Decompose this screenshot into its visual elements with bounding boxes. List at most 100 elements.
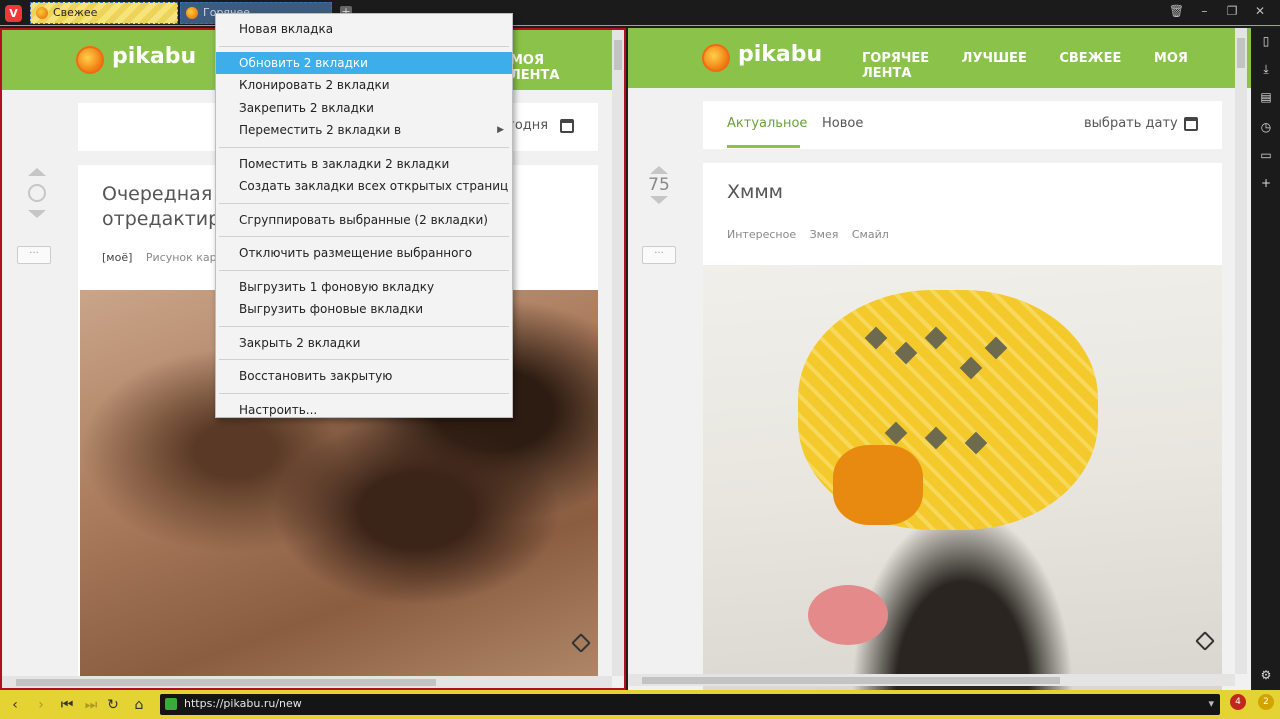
tab-actual[interactable]: Актуальное [727,116,807,131]
address-bar-toolbar: ‹ › ⏮ ⏭ ↻ ⌂ https://pikabu.ru/new ▾ 4 2 [0,690,1280,719]
history-icon[interactable]: ◷ [1259,120,1273,134]
site-name[interactable]: pikabu [738,42,822,67]
nav-fresh[interactable]: СВЕЖЕЕ [1059,51,1121,66]
menu-item-label: Закрыть 2 вкладки [239,335,361,350]
scrollbar-thumb[interactable] [642,677,1060,684]
upvote-icon[interactable] [28,168,46,176]
menu-separator [219,236,509,237]
menu-item[interactable]: Сгруппировать выбранные (2 вкладки) [216,209,512,232]
scrollbar-thumb[interactable] [16,679,436,686]
forward-button[interactable]: › [32,696,50,714]
menu-item[interactable]: Настроить... [216,399,512,422]
tag[interactable]: Интересное [727,228,796,241]
post-title[interactable]: Хммм [727,180,783,205]
close-window-button[interactable]: ✕ [1248,4,1272,18]
pikabu-icon [186,7,198,19]
rewind-icon[interactable]: ⏮ [58,696,76,714]
nav-best[interactable]: ЛУЧШЕЕ [962,51,1027,66]
tab-bar: V Свежее Горячее + 🗑 – ❐ ✕ [0,0,1280,26]
add-panel-icon[interactable]: + [1259,176,1273,190]
menu-item[interactable]: Клонировать 2 вкладки [216,74,512,97]
menu-separator [219,359,509,360]
menu-item[interactable]: Отключить размещение выбранного [216,242,512,265]
menu-item[interactable]: Восстановить закрытую [216,365,512,388]
tab-svezhee[interactable]: Свежее [30,2,178,24]
notification-icon[interactable]: 2 [1258,694,1274,710]
settings-gear-icon[interactable]: ⚙ [1259,668,1273,682]
clock-icon [28,184,46,202]
more-button[interactable]: ··· [642,246,676,264]
side-panel: ▯ ⤓ ▤ ◷ ▭ + ⚙ [1253,28,1280,690]
more-button[interactable]: ··· [17,246,51,264]
home-button[interactable]: ⌂ [130,696,148,714]
scrollbar-thumb[interactable] [614,40,622,70]
tag[interactable]: Рисунок кара [146,251,224,264]
post-tags: Интересное Змея Смайл [727,228,899,241]
date-picker-label[interactable]: выбрать дату [1084,116,1178,131]
menu-separator [219,146,509,148]
tab-new[interactable]: Новое [822,116,863,131]
site-name[interactable]: pikabu [112,44,196,69]
snake-mouth [808,585,888,645]
downvote-icon[interactable] [650,196,668,204]
rating-value: 75 [648,175,670,195]
active-tab-indicator [727,145,800,148]
vertical-scrollbar[interactable] [1235,28,1247,674]
reload-button[interactable]: ↻ [104,696,122,714]
menu-item[interactable]: Выгрузить 1 фоновую вкладку [216,276,512,299]
minimize-button[interactable]: – [1192,4,1216,18]
calendar-icon[interactable] [560,119,574,133]
menu-item-label: Поместить в закладки 2 вкладки [239,156,450,171]
menu-item[interactable]: Обновить 2 вкладки [216,51,512,74]
date-picker-label[interactable]: годня [508,118,548,133]
menu-item[interactable]: Поместить в закладки 2 вкладки [216,153,512,176]
tag[interactable]: Змея [810,228,839,241]
horizontal-scrollbar[interactable] [628,674,1235,686]
vote-column: 75 [648,166,670,204]
lock-icon[interactable] [165,698,177,710]
fast-forward-icon[interactable]: ⏭ [82,696,100,714]
restore-button[interactable]: ❐ [1220,4,1244,18]
vivaldi-menu-button[interactable]: V [5,5,22,22]
nav-hot[interactable]: ГОРЯЧЕЕ [862,51,929,66]
url-dropdown-icon[interactable]: ▾ [1208,697,1214,710]
bookmark-icon[interactable]: ▯ [1259,34,1273,48]
url-text[interactable]: https://pikabu.ru/new [184,697,302,710]
trash-icon[interactable]: 🗑 [1165,4,1189,18]
horizontal-scrollbar[interactable] [2,676,612,688]
url-field[interactable]: https://pikabu.ru/new ▾ [160,694,1220,715]
upvote-icon[interactable] [650,166,668,174]
download-icon[interactable]: ⤓ [1259,62,1273,76]
pikabu-logo-icon[interactable] [76,46,104,74]
post-image-snake[interactable] [703,265,1222,690]
menu-item-label: Сгруппировать выбранные (2 вкладки) [239,212,488,227]
back-button[interactable]: ‹ [6,696,24,714]
nav-my-feed[interactable]: МОЯ ЛЕНТА [510,53,560,83]
window-controls: 🗑 – ❐ ✕ [1165,4,1272,18]
menu-item[interactable]: Закрепить 2 вкладки [216,97,512,120]
tag[interactable]: [моё] [102,251,132,264]
tag[interactable]: Смайл [852,228,889,241]
menu-item-label: Новая вкладка [239,22,334,36]
browser-window: V Свежее Горячее + 🗑 – ❐ ✕ pikabu МОЯ ЛЕ… [0,0,1280,719]
window-panel-icon[interactable]: ▭ [1259,148,1273,162]
pikabu-logo-icon[interactable] [702,44,730,72]
scrollbar-thumb[interactable] [1237,38,1245,68]
menu-item[interactable]: Новая вкладка [216,18,512,41]
menu-item[interactable]: Выгрузить фоновые вкладки [216,298,512,321]
tab-context-menu: Новая вкладка Обновить 2 вкладки Клонирова… [215,13,513,418]
menu-item[interactable]: Закрыть 2 вкладки [216,332,512,355]
menu-item-label: Выгрузить 1 фоновую вкладку [239,279,435,294]
menu-separator [219,392,509,394]
menu-item-label: Отключить размещение выбранного [239,246,473,260]
pikabu-icon [36,7,48,19]
notes-icon[interactable]: ▤ [1259,90,1273,104]
menu-item[interactable]: Переместить 2 вкладки в ▶ [216,119,512,142]
calendar-icon[interactable] [1184,117,1198,131]
vertical-scrollbar[interactable] [612,30,624,676]
downvote-icon[interactable] [28,210,46,218]
feed-tabs-card: Актуальное Новое выбрать дату [703,101,1222,149]
extension-badge-icon[interactable]: 4 [1230,694,1246,710]
menu-item[interactable]: Создать закладки всех открытых страниц [216,175,512,198]
tile-panel-right: pikabu ГОРЯЧЕЕ ЛУЧШЕЕ СВЕЖЕЕ МОЯ ЛЕНТА А… [628,28,1251,690]
